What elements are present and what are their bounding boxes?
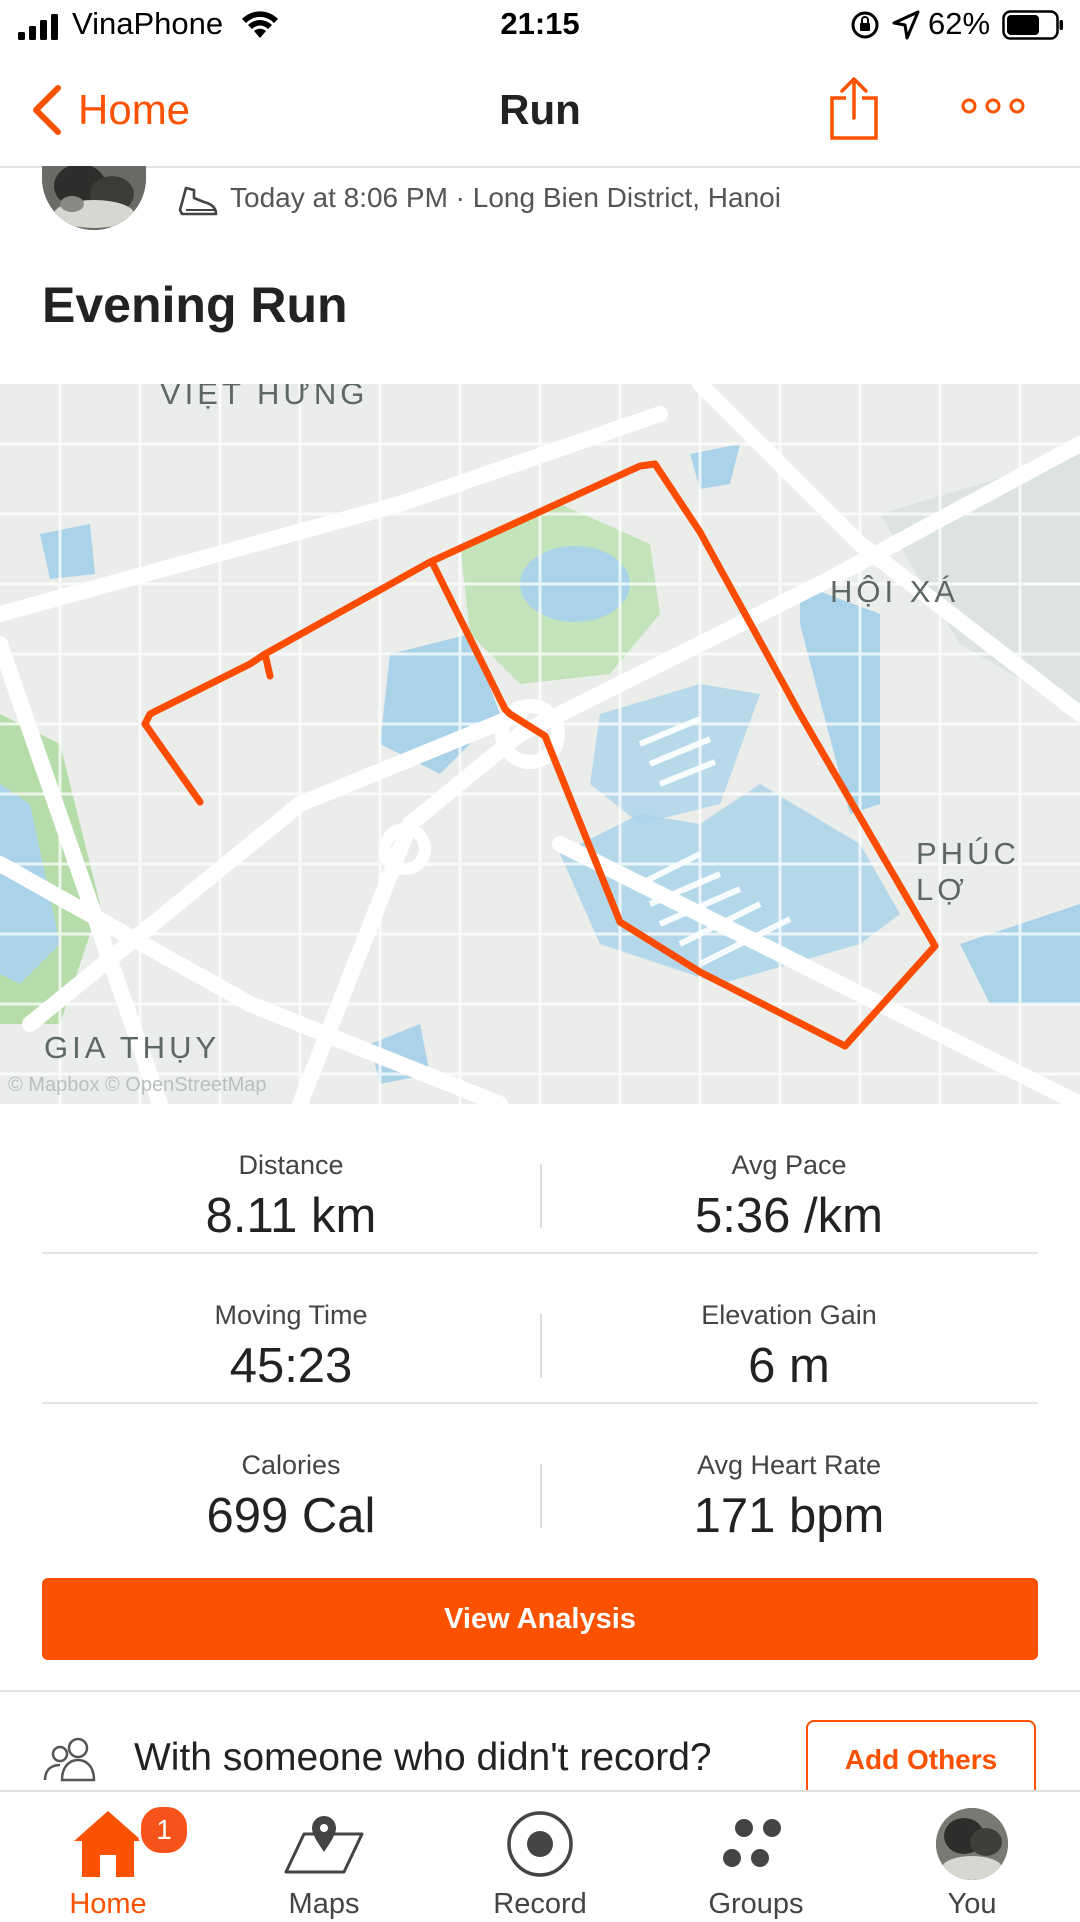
- tab-maps[interactable]: Maps: [216, 1792, 432, 1922]
- tab-record[interactable]: Record: [432, 1792, 648, 1922]
- stat-distance: Distance 8.11 km: [42, 1104, 540, 1252]
- nav-bar: Home Run: [0, 56, 1080, 168]
- add-others-button[interactable]: Add Others: [806, 1720, 1036, 1800]
- avatar: [936, 1808, 1008, 1880]
- tab-you[interactable]: You: [864, 1792, 1080, 1922]
- rotation-lock-icon: [851, 11, 879, 39]
- with-someone-prompt: With someone who didn't record?: [134, 1736, 712, 1779]
- stat-label: Elevation Gain: [701, 1300, 877, 1330]
- stat-label: Calories: [241, 1450, 341, 1480]
- groups-icon: [723, 1819, 781, 1867]
- stat-avg-pace: Avg Pace 5:36 /km: [540, 1104, 1038, 1252]
- stat-value: 8.11 km: [205, 1189, 377, 1243]
- stat-value: 6 m: [748, 1339, 830, 1393]
- notification-badge: 1: [138, 1804, 190, 1856]
- activity-title: Evening Run: [42, 277, 348, 333]
- athlete-avatar[interactable]: [42, 166, 146, 230]
- tab-label: Maps: [288, 1888, 360, 1920]
- tab-bar: 1 Home Maps Record Groups You: [0, 1790, 1080, 1922]
- map-label-hoi-xa: HỘI XÁ: [830, 574, 960, 609]
- stat-elevation-gain: Elevation Gain 6 m: [540, 1254, 1038, 1402]
- tab-home[interactable]: 1 Home: [0, 1792, 216, 1922]
- tab-groups[interactable]: Groups: [648, 1792, 864, 1922]
- stat-value: 5:36 /km: [695, 1189, 883, 1243]
- tab-label: You: [947, 1888, 997, 1920]
- home-icon: [74, 1811, 142, 1877]
- view-analysis-button[interactable]: View Analysis: [42, 1578, 1038, 1660]
- map-attribution[interactable]: © Mapbox © OpenStreetMap: [8, 1074, 267, 1097]
- map-label-phuc-loi: PHÚC LỢ: [916, 836, 1020, 907]
- stat-calories: Calories 699 Cal: [42, 1404, 540, 1552]
- more-options-icon[interactable]: [960, 92, 1026, 120]
- tab-label: Record: [493, 1888, 587, 1920]
- record-icon: [507, 1811, 573, 1877]
- tab-label: Groups: [708, 1888, 804, 1920]
- stat-value: 171 bpm: [693, 1489, 885, 1543]
- stat-row: Calories 699 Cal Avg Heart Rate 171 bpm: [42, 1404, 1038, 1552]
- activity-meta: Today at 8:06 PM · Long Bien District, H…: [230, 182, 781, 213]
- status-bar: VinaPhone 21:15 62%: [0, 0, 1080, 56]
- stat-label: Moving Time: [214, 1300, 368, 1330]
- stat-moving-time: Moving Time 45:23: [42, 1254, 540, 1402]
- location-arrow-icon: [892, 10, 920, 40]
- route-map[interactable]: VIỆT HƯNG HỘI XÁ PHÚC LỢ GIA THỤY © Mapb…: [0, 384, 1080, 1104]
- stats-grid: Distance 8.11 km Avg Pace 5:36 /km Movin…: [42, 1104, 1038, 1552]
- battery-percent: 62%: [928, 6, 991, 41]
- map-canvas: [0, 384, 1080, 1104]
- section-divider: [0, 1690, 1080, 1692]
- stat-label: Avg Heart Rate: [696, 1450, 882, 1480]
- stat-label: Avg Pace: [731, 1150, 847, 1180]
- stat-value: 699 Cal: [206, 1489, 376, 1543]
- avatar-image: [936, 1808, 1008, 1880]
- share-icon[interactable]: [826, 76, 882, 142]
- map-pin-icon: [284, 1816, 364, 1874]
- stat-row: Moving Time 45:23 Elevation Gain 6 m: [42, 1254, 1038, 1404]
- tab-label: Home: [69, 1888, 147, 1920]
- run-shoe-icon: [178, 186, 218, 216]
- map-label-viet-hung: VIỆT HƯNG: [160, 384, 369, 411]
- people-icon: [43, 1737, 96, 1782]
- stat-row: Distance 8.11 km Avg Pace 5:36 /km: [42, 1104, 1038, 1254]
- stat-avg-heart-rate: Avg Heart Rate 171 bpm: [540, 1404, 1038, 1552]
- page-title: Run: [499, 86, 581, 133]
- map-label-gia-thuy: GIA THỤY: [44, 1030, 221, 1065]
- stat-value: 45:23: [229, 1339, 353, 1393]
- battery-icon: [1002, 10, 1063, 40]
- stat-label: Distance: [238, 1150, 344, 1180]
- avatar-image: [42, 166, 146, 230]
